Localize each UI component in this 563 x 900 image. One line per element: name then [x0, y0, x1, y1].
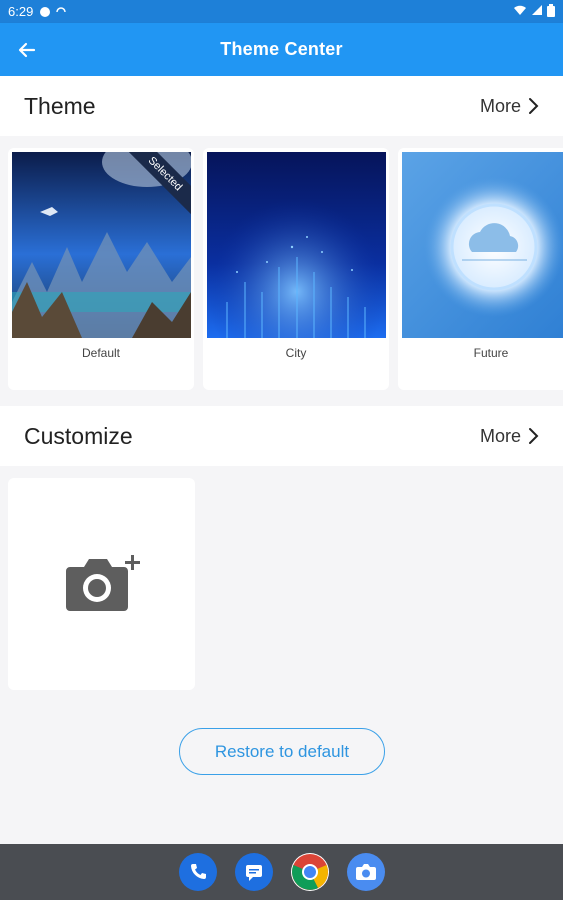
camera-app[interactable]: [346, 853, 385, 891]
theme-more-label: More: [479, 95, 521, 116]
add-custom-theme-button[interactable]: [8, 478, 195, 690]
customize-section-title: Customize: [24, 422, 133, 449]
customize-more-link[interactable]: More: [480, 426, 539, 447]
phone-icon: [190, 864, 206, 879]
phone-app[interactable]: [178, 853, 217, 891]
theme-section-title: Theme: [24, 92, 96, 119]
customize-section-header: Customize More: [0, 406, 563, 466]
theme-thumbnail-future: [402, 152, 563, 338]
restore-default-button[interactable]: Restore to default: [179, 728, 385, 775]
chrome-app[interactable]: [290, 853, 329, 891]
theme-label-city: City: [285, 346, 307, 360]
theme-label-future: Future: [473, 346, 509, 360]
theme-card-city[interactable]: City: [203, 148, 389, 390]
theme-card-default[interactable]: Selected Default: [8, 148, 194, 390]
app-bar: Theme Center: [0, 23, 563, 76]
theme-label-default: Default: [81, 346, 121, 360]
theme-thumbnail-city: [207, 152, 386, 338]
theme-card-future[interactable]: Future: [398, 148, 563, 390]
messages-app[interactable]: [234, 853, 273, 891]
status-right: [513, 3, 555, 20]
theme-thumbnail-default: Selected: [12, 152, 191, 338]
status-bar: 6:29: [0, 0, 563, 23]
back-button[interactable]: [12, 35, 42, 65]
wifi-icon: [513, 4, 527, 19]
theme-list: Selected Default City Future: [0, 136, 563, 404]
app-dock: [0, 844, 563, 900]
signal-icon: [531, 4, 543, 19]
page-title: Theme Center: [220, 39, 343, 59]
customize-more-label: More: [479, 425, 521, 446]
sync-icon: [55, 6, 67, 18]
battery-icon: [547, 3, 555, 20]
chevron-right-icon: [529, 98, 539, 114]
notification-icon: [39, 6, 51, 18]
customize-area: Restore to default: [0, 466, 563, 844]
chrome-icon: [291, 854, 328, 890]
status-time: 6:29: [8, 4, 34, 19]
camera-plus-icon: [65, 555, 140, 611]
chevron-right-icon: [529, 428, 539, 444]
theme-more-link[interactable]: More: [480, 96, 539, 117]
camera-icon: [355, 864, 376, 880]
messages-icon: [245, 865, 262, 881]
back-arrow-icon: [18, 42, 36, 58]
theme-section-header: Theme More: [0, 76, 563, 136]
